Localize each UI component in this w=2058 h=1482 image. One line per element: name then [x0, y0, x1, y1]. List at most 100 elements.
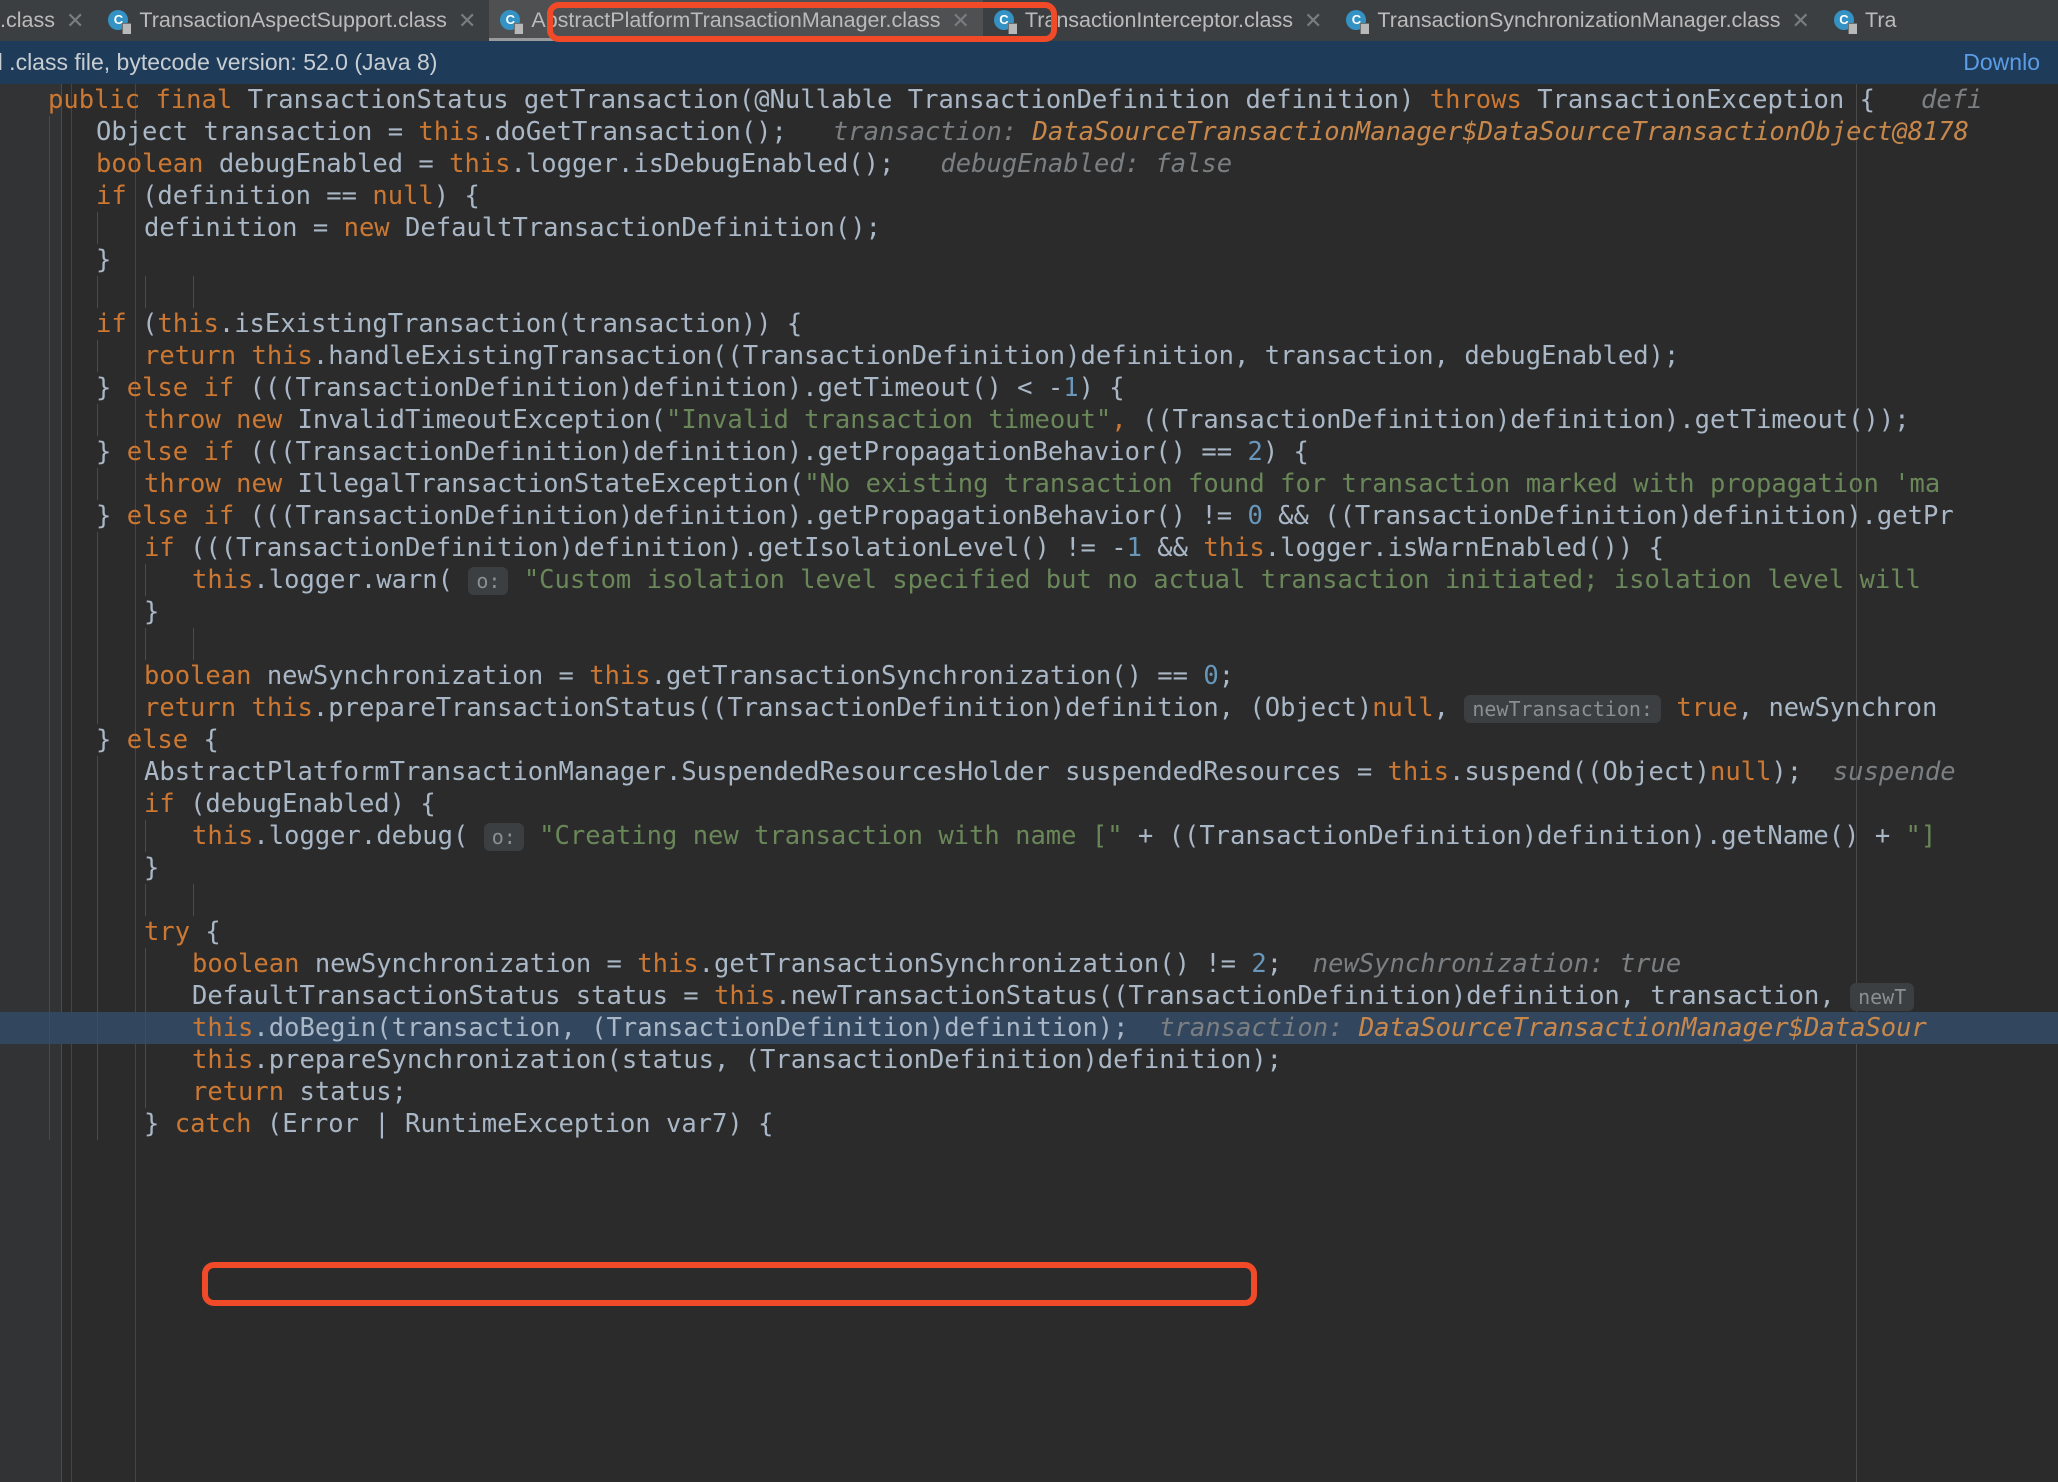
- close-icon[interactable]: ✕: [1790, 9, 1810, 32]
- code-line-current[interactable]: this.doBegin(transaction, (TransactionDe…: [0, 1012, 2058, 1044]
- code-line[interactable]: this.prepareSynchronization(status, (Tra…: [0, 1044, 2058, 1076]
- code-token-id: status;: [299, 1077, 407, 1107]
- code-token-kw: this: [192, 1045, 254, 1075]
- code-token-hintb: o:: [483, 823, 524, 851]
- code-token-id: [524, 821, 539, 851]
- code-line[interactable]: this.logger.debug( o: "Creating new tran…: [0, 820, 2058, 852]
- tab-transaction-aspect-support[interactable]: C TransactionAspectSupport.class ✕: [97, 0, 489, 41]
- code-token-id: }: [144, 1109, 175, 1139]
- code-line[interactable]: try {: [0, 916, 2058, 948]
- code-token-id: ) {: [433, 181, 480, 211]
- code-token-id: (debugEnabled) {: [190, 789, 436, 819]
- code-token-kw: this: [589, 661, 651, 691]
- code-line[interactable]: }: [0, 852, 2058, 884]
- code-token-kw: throws: [1429, 85, 1538, 115]
- close-icon[interactable]: ✕: [949, 9, 969, 32]
- code-token-id: .prepareTransactionStatus((TransactionDe…: [312, 693, 1373, 723]
- code-line[interactable]: }: [0, 596, 2058, 628]
- code-token-kw: this: [251, 693, 313, 723]
- code-token-id: DefaultTransactionDefinition();: [405, 213, 881, 243]
- tab-truncated-left[interactable]: .class ✕: [0, 0, 97, 41]
- code-token-kw: this: [637, 949, 699, 979]
- code-token-hintb: o:: [468, 567, 509, 595]
- editor-tab-bar[interactable]: .class ✕ C TransactionAspectSupport.clas…: [0, 0, 2058, 41]
- code-token-id: (((TransactionDefinition)definition).get…: [249, 501, 1248, 531]
- code-token-id: [508, 565, 523, 595]
- code-token-id: TransactionStatus getTransaction(@Nullab…: [247, 85, 1430, 115]
- code-token-id: newSynchronization =: [314, 949, 638, 979]
- code-line[interactable]: boolean newSynchronization = this.getTra…: [0, 660, 2058, 692]
- code-token-id: ) {: [1078, 373, 1125, 403]
- code-token-id: TransactionException {: [1537, 85, 1875, 115]
- code-line[interactable]: } else {: [0, 724, 2058, 756]
- code-line[interactable]: AbstractPlatformTransactionManager.Suspe…: [0, 756, 2058, 788]
- code-line[interactable]: boolean debugEnabled = this.logger.isDeb…: [0, 148, 2058, 180]
- code-token-kw: this: [1387, 757, 1449, 787]
- code-line[interactable]: definition = new DefaultTransactionDefin…: [0, 212, 2058, 244]
- code-line[interactable]: if (this.isExistingTransaction(transacti…: [0, 308, 2058, 340]
- code-line[interactable]: public final TransactionStatus getTransa…: [0, 84, 2058, 116]
- code-token-kw: public: [48, 85, 156, 115]
- code-line[interactable]: boolean newSynchronization = this.getTra…: [0, 948, 2058, 980]
- code-token-num: 1: [1063, 373, 1079, 403]
- code-line[interactable]: }: [0, 244, 2058, 276]
- code-line[interactable]: [0, 628, 2058, 660]
- code-line[interactable]: throw new IllegalTransactionStateExcepti…: [0, 468, 2058, 500]
- code-token-kw: null: [372, 181, 434, 211]
- download-sources-link[interactable]: Downlo: [1963, 49, 2040, 76]
- code-token-id: .getTransactionSynchronization() ==: [650, 661, 1204, 691]
- code-line[interactable]: } else if (((TransactionDefinition)defin…: [0, 372, 2058, 404]
- code-token-hint: defi: [1874, 85, 1983, 115]
- code-line[interactable]: return this.prepareTransactionStatus((Tr…: [0, 692, 2058, 724]
- tab-truncated-right[interactable]: C Tra: [1823, 0, 1909, 41]
- code-token-kw: else if: [126, 437, 250, 467]
- code-line[interactable]: DefaultTransactionStatus status = this.n…: [0, 980, 2058, 1012]
- code-token-id: .isExistingTransaction(transaction)) {: [218, 309, 803, 339]
- code-token-id: }: [96, 437, 127, 467]
- code-line[interactable]: } else if (((TransactionDefinition)defin…: [0, 500, 2058, 532]
- code-token-kw: this: [192, 565, 254, 595]
- code-token-kw: boolean: [192, 949, 315, 979]
- code-line[interactable]: this.logger.warn( o: "Custom isolation l…: [0, 564, 2058, 596]
- code-token-kw: new: [343, 213, 406, 243]
- close-icon[interactable]: ✕: [64, 9, 84, 32]
- code-token-kw: return: [192, 1077, 300, 1107]
- code-token-id: .getTransactionSynchronization() !=: [698, 949, 1252, 979]
- code-token-id: (((TransactionDefinition)definition).get…: [190, 533, 1127, 563]
- code-line[interactable]: Object transaction = this.doGetTransacti…: [0, 116, 2058, 148]
- java-class-icon: C: [500, 9, 524, 34]
- code-token-id: .logger.debug(: [253, 821, 484, 851]
- close-icon[interactable]: ✕: [1302, 9, 1322, 32]
- close-icon[interactable]: ✕: [456, 9, 476, 32]
- code-line[interactable]: return status;: [0, 1076, 2058, 1108]
- tab-transaction-synchronization-manager[interactable]: C TransactionSynchronizationManager.clas…: [1335, 0, 1823, 41]
- code-token-id: , newSynchron: [1737, 693, 1938, 723]
- code-token-id: (Error | RuntimeException var7) {: [266, 1109, 774, 1139]
- code-token-id: .handleExistingTransaction((TransactionD…: [312, 341, 1680, 371]
- code-line[interactable]: if (definition == null) {: [0, 180, 2058, 212]
- code-line[interactable]: if (((TransactionDefinition)definition).…: [0, 532, 2058, 564]
- code-token-id: }: [96, 373, 127, 403]
- java-class-icon: C: [993, 9, 1017, 34]
- code-line[interactable]: } else if (((TransactionDefinition)defin…: [0, 436, 2058, 468]
- code-token-id: definition =: [144, 213, 344, 243]
- code-line[interactable]: } catch (Error | RuntimeException var7) …: [0, 1108, 2058, 1140]
- code-token-id: ) {: [1262, 437, 1309, 467]
- code-line[interactable]: [0, 884, 2058, 916]
- code-token-num: 1: [1126, 533, 1142, 563]
- code-token-id: (definition ==: [142, 181, 373, 211]
- code-token-hint: debugEnabled: false: [894, 149, 1233, 179]
- code-line[interactable]: throw new InvalidTimeoutException("Inval…: [0, 404, 2058, 436]
- code-token-hintb: newT: [1850, 983, 1915, 1011]
- code-token-kw: boolean: [96, 149, 219, 179]
- code-line[interactable]: if (debugEnabled) {: [0, 788, 2058, 820]
- code-token-id: .newTransactionStatus((TransactionDefini…: [775, 981, 1851, 1011]
- code-token-id: AbstractPlatformTransactionManager.Suspe…: [144, 757, 1388, 787]
- code-line[interactable]: return this.handleExistingTransaction((T…: [0, 340, 2058, 372]
- code-token-kw: catch: [174, 1109, 267, 1139]
- code-editor[interactable]: public final TransactionStatus getTransa…: [0, 84, 2058, 1482]
- tab-abstract-platform-transaction-manager[interactable]: C AbstractPlatformTransactionManager.cla…: [489, 0, 983, 41]
- code-content[interactable]: public final TransactionStatus getTransa…: [0, 84, 2058, 1140]
- code-line[interactable]: [0, 276, 2058, 308]
- tab-transaction-interceptor[interactable]: C TransactionInterceptor.class ✕: [983, 0, 1336, 41]
